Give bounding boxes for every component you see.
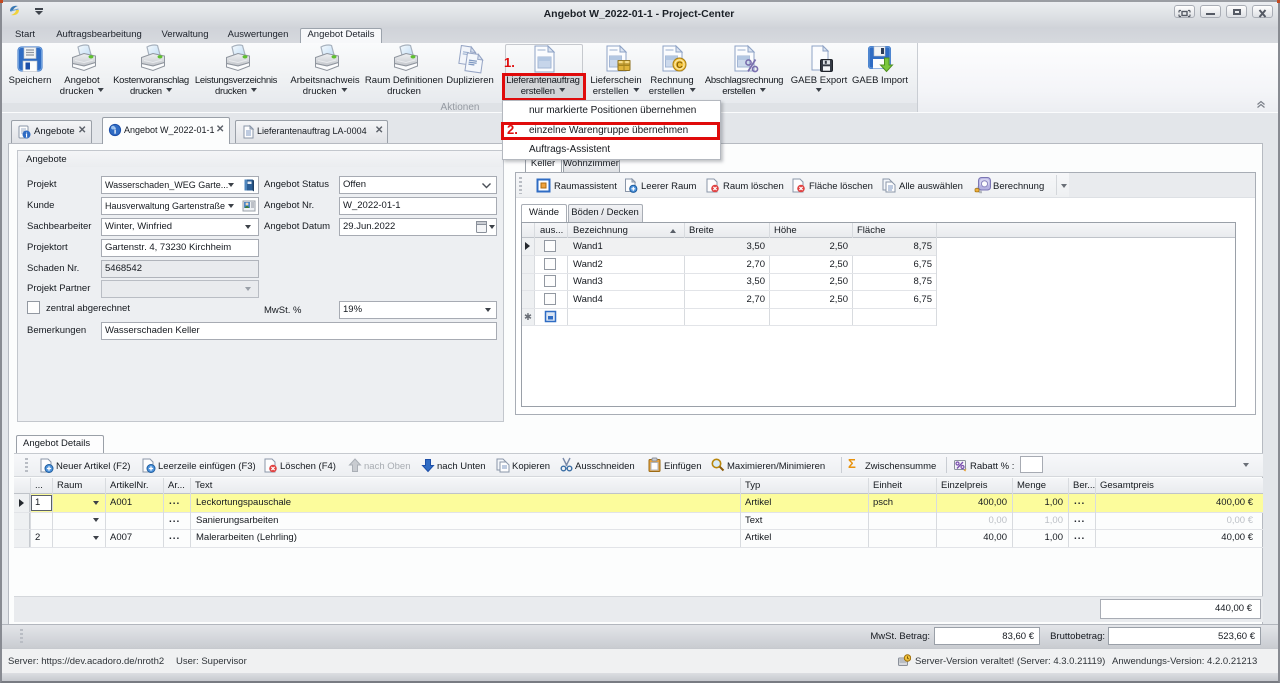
svg-text:C: C: [676, 60, 683, 70]
svg-text:i: i: [25, 130, 27, 139]
